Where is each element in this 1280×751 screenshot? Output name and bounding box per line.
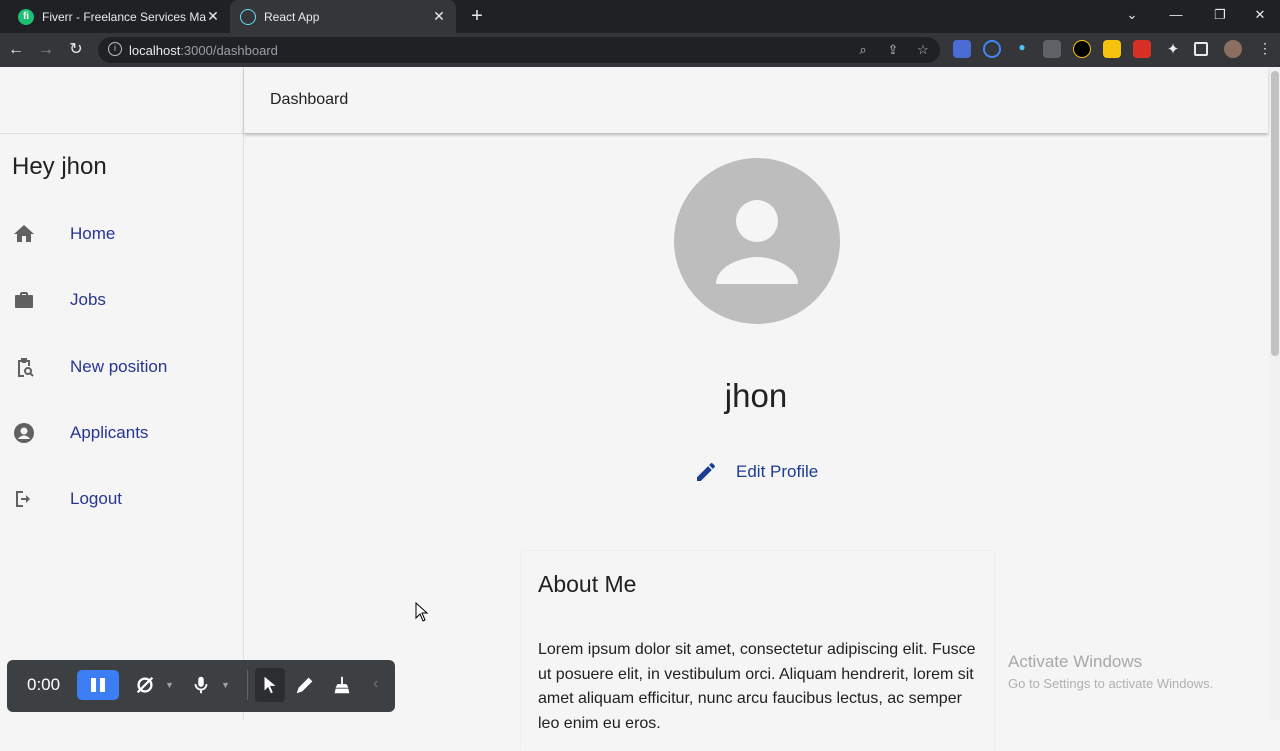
person-icon xyxy=(716,200,798,284)
avatar xyxy=(674,158,840,324)
share-icon[interactable]: ⇪ xyxy=(885,42,901,58)
about-heading: About Me xyxy=(538,571,637,597)
back-icon[interactable]: ← xyxy=(5,39,27,61)
side-panel-icon[interactable] xyxy=(1194,42,1208,56)
eraser-broom-icon[interactable] xyxy=(331,674,353,696)
tab-title: Fiverr - Freelance Services Marke xyxy=(42,9,206,24)
sidebar-item-label: Logout xyxy=(70,489,122,508)
about-me-card: About Me Lorem ipsum dolor sit amet, con… xyxy=(521,551,994,751)
sidebar-item-label: Jobs xyxy=(70,290,106,309)
extension-icon[interactable] xyxy=(983,40,1001,58)
microphone-icon[interactable] xyxy=(190,674,212,696)
logout-icon xyxy=(16,491,30,507)
account-circle-icon xyxy=(14,423,34,443)
tab-fiverr[interactable]: fi Fiverr - Freelance Services Marke ✕ xyxy=(8,0,230,33)
browser-tab-bar: fi Fiverr - Freelance Services Marke ✕ R… xyxy=(0,0,1280,33)
pause-button[interactable] xyxy=(77,670,119,700)
recording-timer: 0:00 xyxy=(27,675,61,694)
forward-icon[interactable]: → xyxy=(35,39,57,61)
sidebar-item-label: Home xyxy=(70,224,116,243)
react-icon xyxy=(240,8,256,25)
home-icon xyxy=(14,225,34,242)
extension-icon[interactable]: ● xyxy=(1013,40,1031,58)
minimize-icon[interactable]: — xyxy=(1154,0,1198,33)
about-text: Lorem ipsum dolor sit amet, consectetur … xyxy=(538,641,976,732)
sidebar: Hey jhon Home Jobs New position Applican… xyxy=(0,67,244,720)
new-tab-icon[interactable]: + xyxy=(466,5,488,27)
close-tab-icon[interactable]: ✕ xyxy=(432,8,446,25)
sidebar-item-applicants[interactable]: Applicants xyxy=(0,409,243,457)
fiverr-icon: fi xyxy=(18,8,34,25)
react-app: Hey jhon Home Jobs New position Applican… xyxy=(0,67,1270,751)
page-title: Dashboard xyxy=(270,91,349,108)
extension-icon[interactable] xyxy=(1133,40,1151,58)
menu-icon[interactable]: ⋮ xyxy=(1256,40,1274,58)
clipboard-search-icon xyxy=(18,358,34,377)
pencil-icon xyxy=(697,462,715,481)
toolbar-divider xyxy=(247,670,248,700)
watermark-line-1: Activate Windows xyxy=(1008,652,1143,671)
windows-activation-watermark: Activate Windows Go to Settings to activ… xyxy=(1008,652,1213,691)
sidebar-item-label: New position xyxy=(70,357,168,376)
reload-icon[interactable]: ↻ xyxy=(65,39,87,61)
sidebar-item-logout[interactable]: Logout xyxy=(0,475,243,523)
collapse-icon[interactable]: ‹ xyxy=(373,675,378,693)
camera-off-icon[interactable] xyxy=(134,674,156,696)
profile-name: jhon xyxy=(724,377,788,414)
screen-recorder-toolbar: 0:00 ▼ ▼ ‹ xyxy=(7,660,395,712)
tab-react-app[interactable]: React App ✕ xyxy=(230,0,456,33)
extension-icon[interactable] xyxy=(953,40,971,58)
url-text[interactable]: localhost:3000/dashboard xyxy=(129,43,278,58)
chevron-down-icon[interactable]: ▼ xyxy=(165,680,174,690)
mouse-cursor-icon xyxy=(415,602,429,622)
edit-profile-button[interactable]: Edit Profile xyxy=(694,460,818,484)
zoom-icon[interactable]: ⌕ xyxy=(855,42,871,58)
sidebar-item-jobs[interactable]: Jobs xyxy=(0,276,243,324)
greeting: Hey jhon xyxy=(12,153,107,180)
edit-profile-label: Edit Profile xyxy=(736,462,819,481)
app-header: Dashboard xyxy=(244,67,1268,133)
close-tab-icon[interactable]: ✕ xyxy=(206,8,220,25)
address-bar[interactable]: i localhost:3000/dashboard ⌕ ⇪ ☆ xyxy=(98,37,940,63)
profile-avatar[interactable] xyxy=(1224,40,1242,58)
scrollbar-thumb[interactable] xyxy=(1271,71,1279,356)
sidebar-item-label: Applicants xyxy=(70,423,149,442)
extension-icon[interactable] xyxy=(1073,40,1091,58)
extension-icon[interactable] xyxy=(1043,40,1061,58)
site-info-icon[interactable]: i xyxy=(108,42,122,56)
bookmark-star-icon[interactable]: ☆ xyxy=(915,42,931,58)
chevron-down-icon[interactable]: ▼ xyxy=(221,680,230,690)
restore-icon[interactable]: ❐ xyxy=(1198,0,1242,33)
watermark-line-2: Go to Settings to activate Windows. xyxy=(1008,676,1214,691)
page-scrollbar[interactable] xyxy=(1270,67,1280,720)
extension-icon[interactable] xyxy=(1103,40,1121,58)
close-window-icon[interactable]: ✕ xyxy=(1238,0,1280,33)
tab-search-icon[interactable]: ⌄ xyxy=(1110,0,1154,33)
sidebar-divider xyxy=(0,133,244,134)
pointer-icon[interactable] xyxy=(259,674,281,696)
briefcase-icon xyxy=(15,292,33,308)
sidebar-item-home[interactable]: Home xyxy=(0,210,243,258)
tab-title: React App xyxy=(264,9,320,24)
sidebar-item-new-position[interactable]: New position xyxy=(0,343,243,391)
puzzle-icon[interactable]: ✦ xyxy=(1164,40,1182,58)
pen-icon[interactable] xyxy=(294,674,316,696)
